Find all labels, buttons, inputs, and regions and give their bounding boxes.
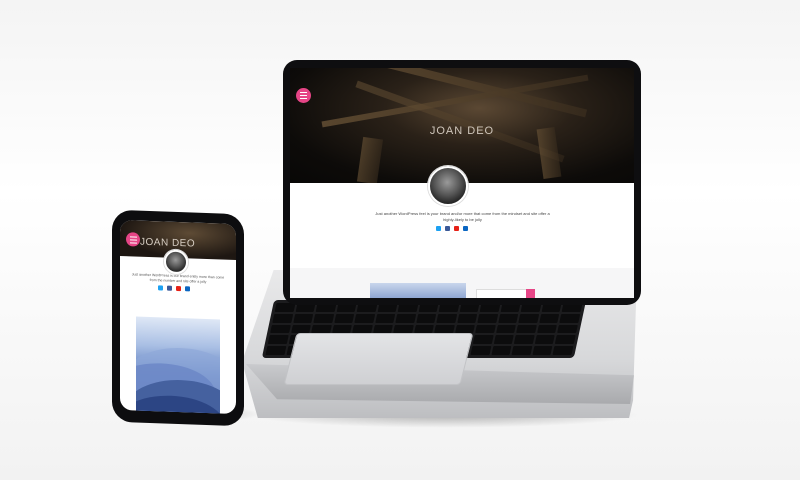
- menu-line-icon: [300, 92, 307, 93]
- twitter-icon[interactable]: [436, 226, 441, 231]
- keyboard-key: [473, 335, 494, 345]
- keyboard-key: [333, 313, 355, 323]
- keyboard-key: [557, 324, 578, 334]
- keyboard-key: [272, 313, 293, 323]
- keyboard-key: [498, 313, 519, 323]
- keyboard-key: [555, 335, 576, 345]
- linkedin-icon[interactable]: [463, 226, 468, 231]
- keyboard-key: [491, 346, 512, 355]
- keyboard-key: [495, 324, 517, 334]
- site-bio: Just another WordPress feel is your bran…: [375, 211, 550, 222]
- search-input[interactable]: [476, 289, 528, 298]
- keyboard-key: [539, 313, 560, 323]
- keyboard-key: [416, 313, 437, 323]
- hamburger-menu-button[interactable]: [296, 88, 311, 103]
- keyboard-key: [354, 313, 375, 323]
- search-button[interactable]: [526, 289, 535, 298]
- keyboard-key: [552, 346, 574, 355]
- keyboard-key: [518, 313, 540, 323]
- keyboard-key: [436, 313, 458, 323]
- twitter-icon[interactable]: [158, 285, 163, 291]
- phone-hamburger-menu-button[interactable]: [126, 232, 140, 247]
- laptop-screen: JOAN DEO Just another WordPress feel is …: [290, 68, 634, 298]
- keyboard-key: [313, 313, 334, 323]
- keyboard-key: [375, 313, 396, 323]
- laptop-trackpad: [283, 333, 474, 385]
- facebook-icon[interactable]: [167, 285, 172, 291]
- keyboard-key: [477, 313, 499, 323]
- keyboard-key: [516, 324, 537, 334]
- phone-site-bio: Just another WordPress is our brand enti…: [131, 272, 225, 284]
- keyboard-key: [395, 313, 416, 323]
- phone-avatar: [164, 249, 188, 275]
- keyboard-key: [475, 324, 496, 334]
- phone-site-title: JOAN DEO: [140, 236, 196, 250]
- phone-screen: JOAN DEO Just another WordPress is our b…: [120, 219, 236, 415]
- keyboard-key: [470, 346, 492, 355]
- keyboard-key: [536, 324, 558, 334]
- youtube-icon[interactable]: [454, 226, 459, 231]
- avatar: [428, 166, 468, 206]
- youtube-icon[interactable]: [176, 285, 181, 292]
- facebook-icon[interactable]: [445, 226, 450, 231]
- keyboard-key: [514, 335, 535, 345]
- keyboard-key: [270, 324, 291, 334]
- keyboard-key: [534, 335, 556, 345]
- keyboard-key: [559, 313, 581, 323]
- keyboard-key: [267, 335, 289, 345]
- keyboard-key: [511, 346, 533, 355]
- post-thumbnail[interactable]: [370, 283, 466, 298]
- keyboard-key: [532, 346, 553, 355]
- keyboard-key: [265, 346, 286, 355]
- keyboard-key: [457, 313, 478, 323]
- phone-social-links: [158, 285, 190, 292]
- site-title: JOAN DEO: [429, 125, 495, 137]
- linkedin-icon[interactable]: [185, 286, 190, 292]
- social-links: [436, 226, 468, 231]
- phone-device: JOAN DEO Just another WordPress is our b…: [112, 209, 244, 427]
- phone-post-image[interactable]: [136, 316, 220, 414]
- keyboard-key: [292, 313, 314, 323]
- keyboard-key: [493, 335, 515, 345]
